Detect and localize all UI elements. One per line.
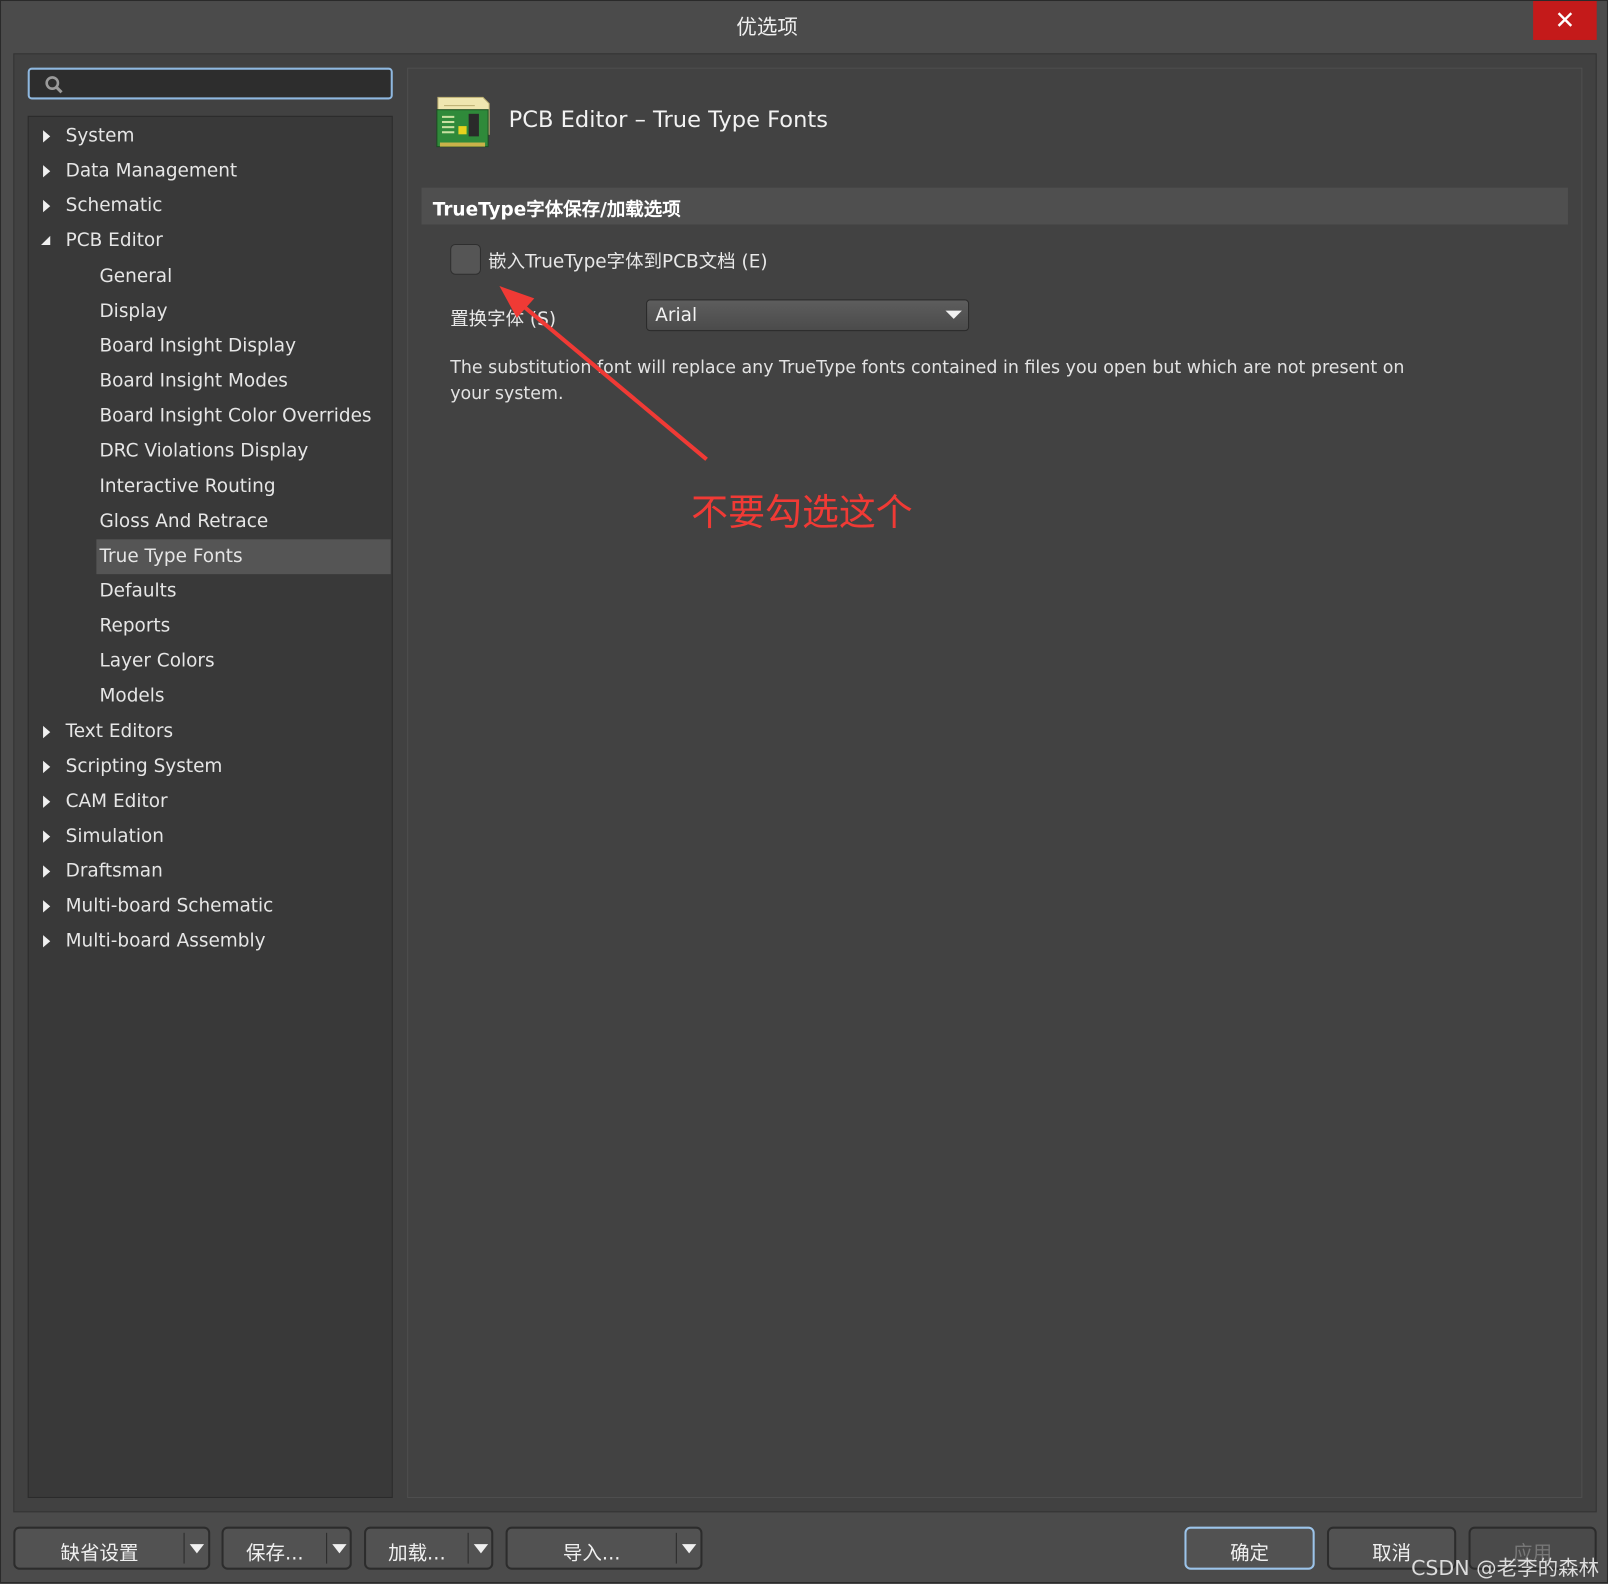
- search-icon: [45, 76, 63, 94]
- tree-item[interactable]: Models: [96, 679, 390, 714]
- tree-item-label: Simulation: [65, 825, 164, 847]
- tree-item[interactable]: System: [29, 119, 392, 154]
- tree-item-label: Defaults: [99, 580, 177, 602]
- tree-item-label: PCB Editor: [65, 230, 163, 252]
- settings-panel: [407, 67, 1583, 1498]
- expanded-arrow-icon[interactable]: [41, 236, 51, 246]
- tree-item-label: Multi-board Assembly: [65, 930, 266, 952]
- window-title: 优选项: [736, 14, 798, 39]
- tree-item-label: Layer Colors: [99, 650, 215, 672]
- tree-item[interactable]: Draftsman: [29, 854, 392, 889]
- tree-item-label: CAM Editor: [65, 790, 168, 812]
- save-label: 保存...: [246, 1542, 304, 1565]
- ok-label: 确定: [1230, 1542, 1270, 1565]
- tree-item-label: Text Editors: [65, 720, 174, 742]
- tree-item[interactable]: General: [96, 259, 390, 294]
- tree-item-label: Data Management: [65, 160, 238, 182]
- collapsed-arrow-icon[interactable]: [43, 900, 51, 913]
- tree-item-label: True Type Fonts: [99, 545, 243, 567]
- import-button[interactable]: 导入...: [505, 1526, 703, 1570]
- tree-item-label: DRC Violations Display: [99, 440, 309, 462]
- description-text: The substitution font will replace any T…: [450, 357, 1405, 404]
- watermark: CSDN @老李的森林: [1411, 1555, 1600, 1580]
- section-header: TrueType字体保存/加载选项: [421, 187, 1568, 225]
- tree-item-label: Board Insight Display: [99, 335, 297, 357]
- chevron-down-icon[interactable]: [332, 1544, 347, 1554]
- defaults-button[interactable]: 缺省设置: [13, 1526, 211, 1570]
- tree-item-label: Reports: [99, 615, 171, 637]
- tree-item[interactable]: Layer Colors: [96, 644, 390, 679]
- tree-item[interactable]: Simulation: [29, 819, 392, 854]
- collapsed-arrow-icon[interactable]: [43, 830, 51, 843]
- load-button[interactable]: 加载...: [364, 1526, 494, 1570]
- collapsed-arrow-icon[interactable]: [43, 725, 51, 738]
- chevron-down-icon: [945, 310, 962, 319]
- preferences-dialog: 优选项 ✕ System Data Management Schematic PCB …: [0, 0, 1608, 1584]
- substitution-font-dropdown[interactable]: Arial: [646, 299, 970, 332]
- tree-item[interactable]: True Type Fonts: [96, 539, 391, 574]
- chevron-down-icon[interactable]: [681, 1544, 697, 1554]
- tree-item[interactable]: Schematic: [29, 189, 392, 224]
- tree-item[interactable]: Interactive Routing: [96, 469, 390, 504]
- tree-item[interactable]: Defaults: [96, 574, 390, 609]
- collapsed-arrow-icon[interactable]: [43, 200, 51, 213]
- tree-item[interactable]: Board Insight Color Overrides: [96, 399, 390, 434]
- tree-item[interactable]: Display: [96, 294, 390, 329]
- tree-item-label: Display: [99, 300, 168, 322]
- tree-item-label: Schematic: [65, 195, 163, 217]
- annotation-text: 不要勾选这个: [691, 492, 913, 535]
- tree-item[interactable]: Board Insight Modes: [96, 364, 390, 399]
- tree-item-label: Draftsman: [65, 860, 163, 882]
- ok-button[interactable]: 确定: [1184, 1526, 1315, 1570]
- load-label: 加载...: [388, 1542, 446, 1565]
- embed-truetype-label[interactable]: 嵌入TrueType字体到PCB文档 (E): [488, 247, 767, 274]
- chevron-down-icon[interactable]: [473, 1544, 489, 1554]
- section-title: TrueType字体保存/加载选项: [432, 198, 681, 221]
- import-label: 导入...: [562, 1542, 621, 1565]
- embed-truetype-checkbox[interactable]: [450, 244, 481, 275]
- collapsed-arrow-icon[interactable]: [43, 865, 51, 878]
- tree-item-label: Board Insight Color Overrides: [99, 405, 372, 427]
- tree-item[interactable]: Board Insight Display: [96, 329, 390, 364]
- tree-item[interactable]: Data Management: [29, 154, 392, 189]
- chevron-down-icon[interactable]: [189, 1544, 205, 1554]
- page-title: PCB Editor – True Type Fonts: [508, 107, 829, 134]
- close-button[interactable]: ✕: [1533, 1, 1597, 40]
- collapsed-arrow-icon[interactable]: [43, 795, 51, 808]
- tree-item-label: Multi-board Schematic: [65, 895, 274, 917]
- pcb-board-icon: [436, 96, 490, 148]
- tree-item-label: Board Insight Modes: [99, 370, 288, 392]
- save-button[interactable]: 保存...: [221, 1526, 352, 1570]
- tree-item[interactable]: DRC Violations Display: [96, 434, 390, 469]
- defaults-label: 缺省设置: [60, 1542, 139, 1565]
- search-input[interactable]: [27, 67, 393, 100]
- tree-item[interactable]: CAM Editor: [29, 784, 392, 819]
- collapsed-arrow-icon[interactable]: [43, 935, 51, 948]
- tree-item-label: Gloss And Retrace: [99, 510, 269, 532]
- dropdown-value: Arial: [655, 304, 698, 327]
- tree-item[interactable]: Reports: [96, 609, 390, 644]
- tree-item[interactable]: Scripting System: [29, 749, 392, 784]
- close-icon: ✕: [1554, 6, 1576, 35]
- tree-item-label: Scripting System: [65, 755, 223, 777]
- substitution-font-label: 置换字体 (S): [450, 308, 557, 331]
- tree-item[interactable]: Text Editors: [29, 714, 392, 749]
- tree-item[interactable]: Multi-board Assembly: [29, 924, 392, 959]
- tree-item-label: Models: [99, 685, 165, 707]
- tree-item-label: Interactive Routing: [99, 475, 276, 497]
- tree-item-label: General: [99, 265, 173, 287]
- collapsed-arrow-icon[interactable]: [43, 130, 51, 143]
- tree-item[interactable]: PCB Editor: [29, 224, 392, 259]
- collapsed-arrow-icon[interactable]: [43, 760, 51, 773]
- tree-item[interactable]: Gloss And Retrace: [96, 504, 390, 539]
- preferences-tree: System Data Management Schematic PCB Editor…: [27, 115, 393, 1498]
- tree-item[interactable]: Multi-board Schematic: [29, 889, 392, 924]
- tree-item-label: System: [65, 125, 135, 147]
- collapsed-arrow-icon[interactable]: [43, 165, 51, 178]
